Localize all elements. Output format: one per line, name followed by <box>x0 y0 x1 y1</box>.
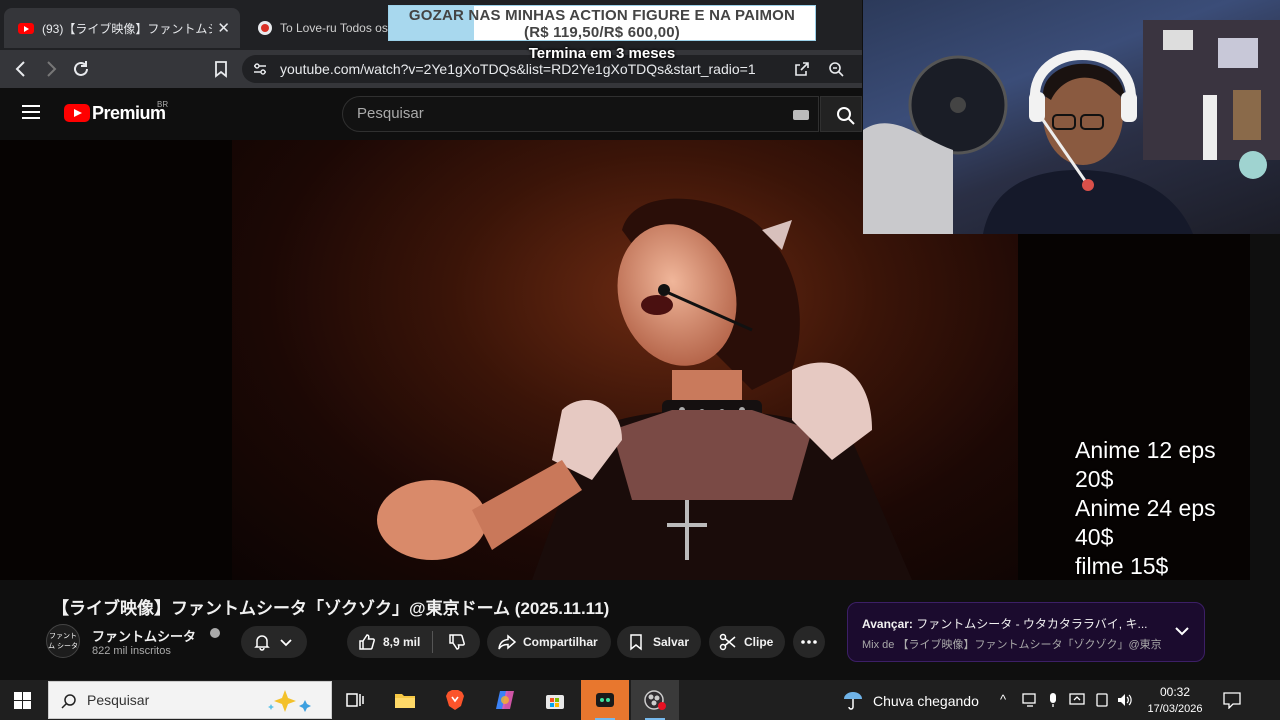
folder-icon <box>395 694 415 708</box>
clip-button[interactable]: Clipe <box>709 626 785 658</box>
search-icon <box>837 107 855 125</box>
task-view-button[interactable] <box>331 680 379 720</box>
windows-taskbar: Chuva chegando ^ 00:32 17/03/2026 <box>0 680 1280 720</box>
chevron-down-icon <box>280 639 292 647</box>
up-next-mix: Mix de 【ライブ映像】ファントムシータ「ゾクゾク」@東京ドーム <box>862 639 1162 651</box>
share-label: Compartilhar <box>523 635 598 649</box>
reload-icon[interactable] <box>70 58 92 80</box>
microphone-icon[interactable] <box>1047 692 1059 708</box>
like-count[interactable]: 8,9 mil <box>383 635 420 649</box>
bell-icon <box>254 635 270 651</box>
channel-name[interactable]: ファントムシータ <box>92 626 196 645</box>
up-next-prefix: Avançar: <box>862 617 913 631</box>
obs-icon <box>644 690 666 710</box>
video-title: 【ライブ映像】ファントムシータ「ゾクゾク」@東京ドーム (2025.11.11) <box>52 599 610 618</box>
price-item: Anime 24 eps 40$ <box>1075 495 1216 550</box>
store-icon <box>546 695 564 709</box>
scissors-icon <box>719 633 736 651</box>
save-button[interactable]: Salvar <box>617 626 701 658</box>
rain-weather-icon[interactable] <box>841 689 865 711</box>
save-label: Salvar <box>653 635 690 649</box>
goal-amount: (R$ 119,50/R$ 600,00) <box>524 24 680 41</box>
goal-deadline: Termina em 3 meses <box>528 45 676 62</box>
sparkle-icon <box>268 690 311 712</box>
more-icon <box>801 640 817 644</box>
windows-start-icon[interactable] <box>14 692 31 709</box>
like-icon[interactable] <box>357 632 377 652</box>
brave-browser-button[interactable] <box>431 680 479 720</box>
site-favicon-icon <box>258 21 272 35</box>
save-icon <box>630 634 642 651</box>
share-button[interactable]: Compartilhar <box>487 626 611 658</box>
obs-studio-button[interactable] <box>631 680 679 720</box>
network-icon[interactable] <box>1021 692 1039 708</box>
open-in-new-icon[interactable] <box>794 61 810 77</box>
youtube-search-box <box>342 96 819 132</box>
webcam-feed <box>863 0 1280 234</box>
price-list-overlay: Anime 12 eps 20$ Anime 24 eps 40$ filme … <box>1075 436 1250 580</box>
tab-title: (93)【ライブ映像】ファントムシータ「ゾク <box>42 21 212 36</box>
copilot-icon <box>496 691 514 709</box>
chevron-up-icon[interactable]: ^ <box>1000 692 1006 707</box>
divider <box>432 631 434 653</box>
dislike-icon[interactable] <box>447 632 467 652</box>
clock-date[interactable]: 17/03/2026 <box>1138 703 1212 715</box>
taskbar-search-input[interactable] <box>87 692 267 708</box>
price-item: filme 15$ <box>1075 553 1169 579</box>
goal-title: GOZAR NAS MINHAS ACTION FIGURE E NA PAIM… <box>408 7 796 24</box>
subscriber-count: 822 mil inscritos <box>92 645 171 657</box>
tab-to-love-ru[interactable]: To Love-ru Todos os <box>256 8 388 48</box>
youtube-search-button[interactable] <box>820 96 862 132</box>
bookmark-icon[interactable] <box>210 58 232 80</box>
more-actions-button[interactable] <box>793 626 825 658</box>
up-next-title: Avançar: ファントムシータ - ウタカタララバイ, キ... <box>862 615 1162 632</box>
youtube-header: Premium BR <box>0 88 862 140</box>
share-icon <box>498 634 517 650</box>
volume-icon[interactable] <box>1116 692 1134 708</box>
youtube-favicon-icon <box>18 22 34 34</box>
youtube-logo-icon[interactable] <box>64 104 90 122</box>
back-icon[interactable] <box>10 58 32 80</box>
verified-icon <box>210 628 220 638</box>
taskbar-search[interactable] <box>48 681 332 719</box>
up-next-video: ファントムシータ - ウタカタララバイ, キ... <box>916 617 1148 631</box>
notifications-button[interactable] <box>241 626 307 658</box>
forward-icon[interactable] <box>40 58 62 80</box>
menu-icon[interactable] <box>22 105 40 119</box>
like-dislike-group: 8,9 mil <box>347 626 480 658</box>
display-icon[interactable] <box>1068 692 1086 708</box>
search-icon <box>61 694 76 709</box>
streamer-image <box>863 20 1280 234</box>
tab-youtube[interactable]: (93)【ライブ映像】ファントムシータ「ゾク ✕ <box>4 8 240 48</box>
channel-avatar[interactable]: ファントム シータ <box>46 624 80 658</box>
task-view-icon <box>346 693 364 707</box>
keyboard-icon[interactable] <box>793 110 809 120</box>
url-text: youtube.com/watch?v=2Ye1gXoTDQs&list=RD2… <box>280 61 756 77</box>
stream-goal-bar: GOZAR NAS MINHAS ACTION FIGURE E NA PAIM… <box>388 5 816 41</box>
video-info-section: 【ライブ映像】ファントムシータ「ゾクゾク」@東京ドーム (2025.11.11)… <box>0 580 1280 680</box>
region-code: BR <box>157 100 169 109</box>
clip-label: Clipe <box>744 635 774 649</box>
site-settings-icon[interactable] <box>252 62 268 76</box>
file-explorer-button[interactable] <box>381 680 429 720</box>
weather-status[interactable]: Chuva chegando <box>873 693 979 709</box>
price-item: Anime 12 eps 20$ <box>1075 437 1216 492</box>
streaming-app-icon <box>596 693 614 707</box>
copilot-button[interactable] <box>481 680 529 720</box>
up-next-card[interactable]: Avançar: ファントムシータ - ウタカタララバイ, キ... Mix d… <box>847 602 1205 662</box>
zoom-icon[interactable] <box>828 61 844 77</box>
notification-center-icon[interactable] <box>1222 691 1242 709</box>
streaming-app-button[interactable] <box>581 680 629 720</box>
brave-lion-icon <box>446 690 464 710</box>
tab-title: To Love-ru Todos os <box>280 21 388 35</box>
youtube-premium-label[interactable]: Premium <box>92 103 166 124</box>
chevron-down-icon[interactable] <box>1174 623 1190 639</box>
clock-time[interactable]: 00:32 <box>1150 685 1200 699</box>
microsoft-store-button[interactable] <box>531 680 579 720</box>
device-icon[interactable] <box>1094 692 1110 708</box>
youtube-search-input[interactable] <box>357 105 757 122</box>
close-tab-icon[interactable]: ✕ <box>217 19 230 37</box>
